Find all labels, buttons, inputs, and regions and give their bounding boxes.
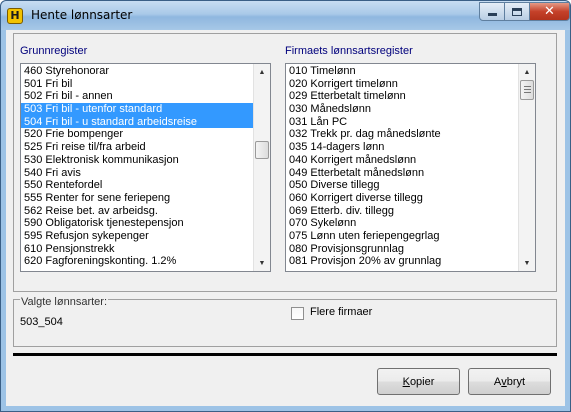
flere-firmaer-checkbox[interactable] — [291, 307, 304, 320]
window-title: Hente lønnsarter — [31, 8, 133, 22]
list-item[interactable]: 530 Elektronisk kommunikasjon — [21, 154, 253, 167]
avbryt-label-start: A — [493, 375, 502, 388]
close-button[interactable]: ✕ — [529, 2, 570, 21]
dialog-client-area: Grunnregister Firmaets lønnsartsregister… — [6, 30, 565, 406]
minimize-icon — [487, 13, 497, 16]
grunnregister-list[interactable]: 460 Styrehonorar 501 Fri bil 502 Fri bil -… — [20, 63, 271, 272]
scroll-up-icon[interactable]: ▲ — [519, 64, 535, 80]
dialog-window: H Hente lønnsarter ✕ Grunnregister Firma… — [0, 0, 571, 412]
list-item[interactable]: 550 Rentefordel — [21, 179, 253, 192]
list-item[interactable]: 503 Fri bil - utenfor standard — [21, 103, 253, 116]
lists-panel: Grunnregister Firmaets lønnsartsregister… — [13, 33, 557, 292]
grunnregister-items: 460 Styrehonorar 501 Fri bil 502 Fri bil -… — [21, 65, 253, 268]
maximize-button[interactable] — [504, 2, 530, 21]
list-item[interactable]: 060 Korrigert diverse tillegg — [286, 192, 518, 205]
firma-lonnsarter-list[interactable]: 010 Timelønn 020 Korrigert timelønn 029 Et… — [285, 63, 536, 272]
grip-line — [524, 89, 531, 90]
list-item[interactable]: 501 Fri bil — [21, 78, 253, 91]
scroll-down-icon[interactable]: ▼ — [254, 255, 270, 271]
list-item[interactable]: 010 Timelønn — [286, 65, 518, 78]
list-item[interactable]: 040 Korrigert månedslønn — [286, 154, 518, 167]
scroll-up-icon[interactable]: ▲ — [254, 64, 270, 80]
list-item[interactable]: 032 Trekk pr. dag månedslønte — [286, 128, 518, 141]
avbryt-button[interactable]: Av bryt — [468, 368, 551, 395]
list-item[interactable]: 035 14-dagers lønn — [286, 141, 518, 154]
grip-line — [524, 92, 531, 93]
firma-lonnsarter-items: 010 Timelønn 020 Korrigert timelønn 029 Et… — [286, 65, 518, 268]
list-item[interactable]: 075 Lønn uten feriepengegrlag — [286, 230, 518, 243]
list-item[interactable]: 050 Diverse tillegg — [286, 179, 518, 192]
list-item[interactable]: 555 Renter for sene feriepeng — [21, 192, 253, 205]
list-item[interactable]: 020 Korrigert timelønn — [286, 78, 518, 91]
list-item[interactable]: 562 Reise bet. av arbeidsg. — [21, 205, 253, 218]
flere-firmaer-label[interactable]: Flere firmaer — [310, 306, 372, 318]
list-item[interactable]: 610 Pensjonstrekk — [21, 243, 253, 256]
scroll-thumb[interactable] — [255, 141, 269, 159]
list-item[interactable]: 029 Etterbetalt timelønn — [286, 90, 518, 103]
list-item[interactable]: 081 Provisjon 20% av grunnlag — [286, 255, 518, 268]
list-item[interactable]: 030 Månedslønn — [286, 103, 518, 116]
avbryt-label-end: bryt — [506, 375, 526, 388]
maximize-icon — [512, 7, 522, 16]
kopier-label: opier — [409, 375, 435, 388]
kopier-button[interactable]: Kopier — [377, 368, 460, 395]
list-item[interactable]: 069 Etterb. div. tillegg — [286, 205, 518, 218]
minimize-button[interactable] — [479, 2, 505, 21]
list-item[interactable]: 620 Fagforeningskonting. 1.2% — [21, 255, 253, 268]
title-bar[interactable]: H Hente lønnsarter ✕ — [1, 1, 570, 30]
list-item[interactable]: 080 Provisjonsgrunnlag — [286, 243, 518, 256]
valgte-lonnsarter-label: Valgte lønnsarter: — [20, 296, 109, 308]
list-item[interactable]: 540 Fri avis — [21, 167, 253, 180]
list-item[interactable]: 460 Styrehonorar — [21, 65, 253, 78]
close-icon: ✕ — [544, 4, 555, 19]
list-item[interactable]: 595 Refusjon sykepenger — [21, 230, 253, 243]
grip-line — [524, 86, 531, 87]
selection-panel: Valgte lønnsarter: 503_504 Flere firmaer — [13, 296, 557, 347]
list-item[interactable]: 031 Lån PC — [286, 116, 518, 129]
scroll-thumb[interactable] — [520, 80, 534, 100]
firma-lonnsarter-label: Firmaets lønnsartsregister — [285, 45, 413, 57]
grunnregister-scrollbar[interactable]: ▲ ▼ — [253, 64, 270, 271]
list-item[interactable]: 049 Etterbetalt månedslønn — [286, 167, 518, 180]
firma-lonnsarter-scrollbar[interactable]: ▲ ▼ — [518, 64, 535, 271]
list-item[interactable]: 070 Sykelønn — [286, 217, 518, 230]
list-item[interactable]: 520 Frie bompenger — [21, 128, 253, 141]
grunnregister-label: Grunnregister — [20, 45, 88, 57]
valgte-lonnsarter-value: 503_504 — [20, 316, 63, 328]
list-item[interactable]: 590 Obligatorisk tjenestepensjon — [21, 217, 253, 230]
list-item[interactable]: 525 Fri reise til/fra arbeid — [21, 141, 253, 154]
separator-line — [13, 353, 557, 356]
list-item[interactable]: 502 Fri bil - annen — [21, 90, 253, 103]
kopier-hotkey: K — [402, 375, 410, 388]
app-icon: H — [7, 8, 23, 24]
list-item[interactable]: 504 Fri bil - u standard arbeidsreise — [21, 115, 253, 129]
scroll-down-icon[interactable]: ▼ — [519, 255, 535, 271]
